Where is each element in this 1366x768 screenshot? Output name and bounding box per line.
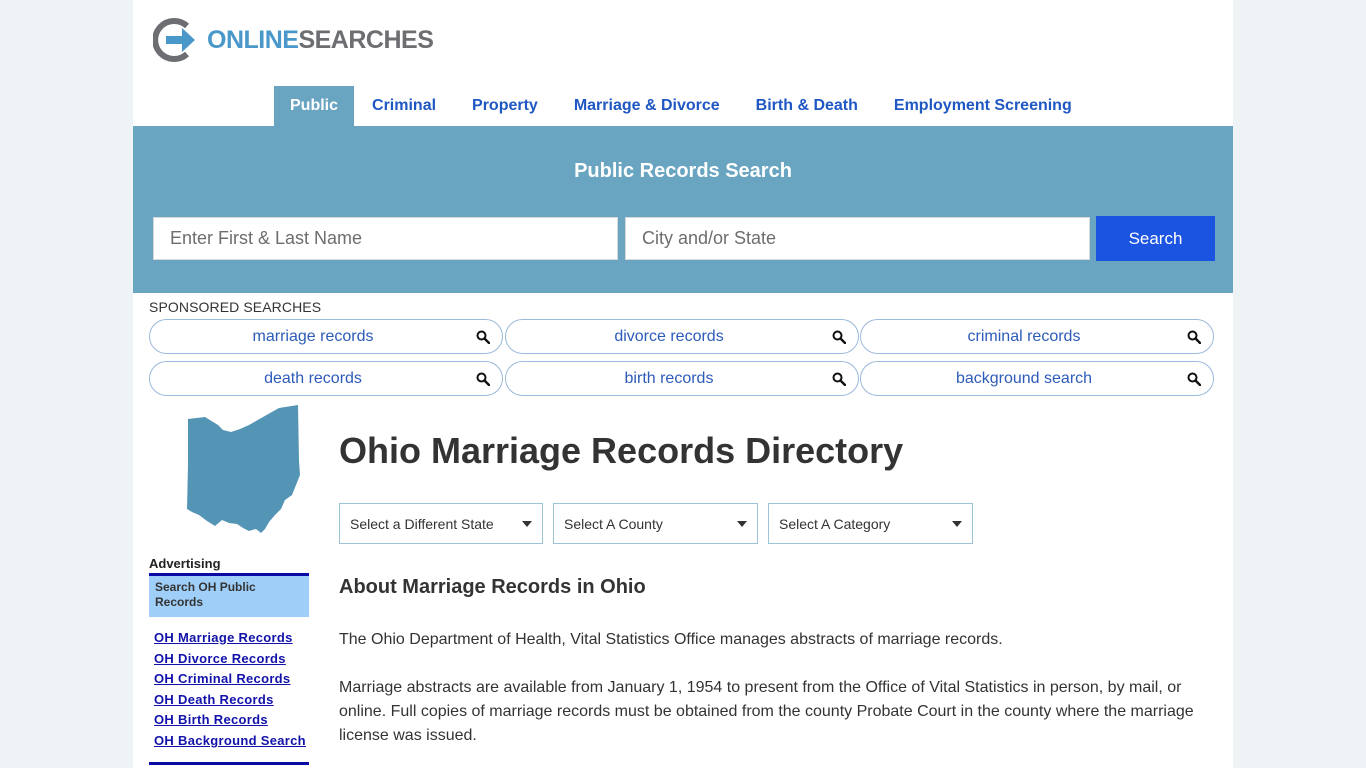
pill-label: death records xyxy=(264,370,362,387)
pill-label: marriage records xyxy=(252,328,374,345)
sponsored-label: SPONSORED SEARCHES xyxy=(149,299,322,315)
chevron-down-icon xyxy=(952,521,962,527)
details-paragraph: Marriage abstracts are available from Ja… xyxy=(339,679,1194,744)
category-select-value: Select A Category xyxy=(779,516,891,532)
advertising-box-title: Search OH Public Records xyxy=(149,576,309,617)
logo-wordmark: ONLINESEARCHES xyxy=(207,25,434,54)
sponsored-search-pill[interactable]: birth records xyxy=(505,361,859,396)
chevron-down-icon xyxy=(737,521,747,527)
pill-label: birth records xyxy=(624,370,714,387)
sponsored-search-pill[interactable]: criminal records xyxy=(860,319,1214,354)
sponsored-search-pill[interactable]: death records xyxy=(149,361,503,396)
pill-label: divorce records xyxy=(614,328,724,345)
state-select[interactable]: Select a Different State xyxy=(339,503,543,544)
hero-title: Public Records Search xyxy=(574,160,792,182)
sponsored-search-pill[interactable]: marriage records xyxy=(149,319,503,354)
page-title: Ohio Marriage Records Directory xyxy=(339,430,904,471)
sidebar-link-death-records[interactable]: OH Death Records xyxy=(154,690,306,711)
search-button[interactable]: Search xyxy=(1096,216,1215,261)
chevron-down-icon xyxy=(522,521,532,527)
nav-marriage-divorce[interactable]: Marriage & Divorce xyxy=(556,86,738,126)
search-icon xyxy=(476,372,490,386)
sidebar-link-birth-records[interactable]: OH Birth Records xyxy=(154,710,306,731)
nav-employment-screening[interactable]: Employment Screening xyxy=(876,86,1090,126)
sponsored-search-pill[interactable]: background search xyxy=(860,361,1214,396)
search-hero: Public Records Search Search xyxy=(133,126,1233,293)
city-state-input[interactable] xyxy=(625,217,1090,260)
sidebar-links: OH Marriage Records OH Divorce Records O… xyxy=(154,628,306,752)
advertising-label: Advertising xyxy=(149,556,221,571)
sidebar-link-divorce-records[interactable]: OH Divorce Records xyxy=(154,649,306,670)
ohio-map-icon xyxy=(187,405,300,533)
nav-property[interactable]: Property xyxy=(454,86,556,126)
search-icon xyxy=(832,372,846,386)
category-select[interactable]: Select A Category xyxy=(768,503,973,544)
intro-paragraph: The Ohio Department of Health, Vital Sta… xyxy=(339,631,1003,648)
search-icon xyxy=(832,330,846,344)
nav-birth-death[interactable]: Birth & Death xyxy=(738,86,876,126)
search-icon xyxy=(1187,330,1201,344)
pill-label: background search xyxy=(955,370,1093,387)
page: ONLINESEARCHES Public Criminal Property … xyxy=(133,0,1233,768)
pill-label: criminal records xyxy=(967,328,1081,345)
state-select-value: Select a Different State xyxy=(350,516,494,532)
sidebar-link-background-search[interactable]: OH Background Search xyxy=(154,731,306,752)
name-search-input[interactable] xyxy=(153,217,618,260)
search-icon xyxy=(1187,372,1201,386)
sponsored-search-pill[interactable]: divorce records xyxy=(505,319,859,354)
advertising-divider-bottom xyxy=(149,762,309,765)
county-select-value: Select A County xyxy=(564,516,663,532)
section-title: About Marriage Records in Ohio xyxy=(339,576,646,598)
main-nav: Public Criminal Property Marriage & Divo… xyxy=(274,86,1090,126)
logo-arrow-icon xyxy=(153,18,195,62)
site-logo[interactable]: ONLINESEARCHES xyxy=(153,18,434,62)
nav-public[interactable]: Public xyxy=(274,86,355,126)
sidebar-link-criminal-records[interactable]: OH Criminal Records xyxy=(154,669,306,690)
search-icon xyxy=(476,330,490,344)
county-select[interactable]: Select A County xyxy=(553,503,758,544)
nav-criminal[interactable]: Criminal xyxy=(354,86,454,126)
sidebar-link-marriage-records[interactable]: OH Marriage Records xyxy=(154,628,306,649)
